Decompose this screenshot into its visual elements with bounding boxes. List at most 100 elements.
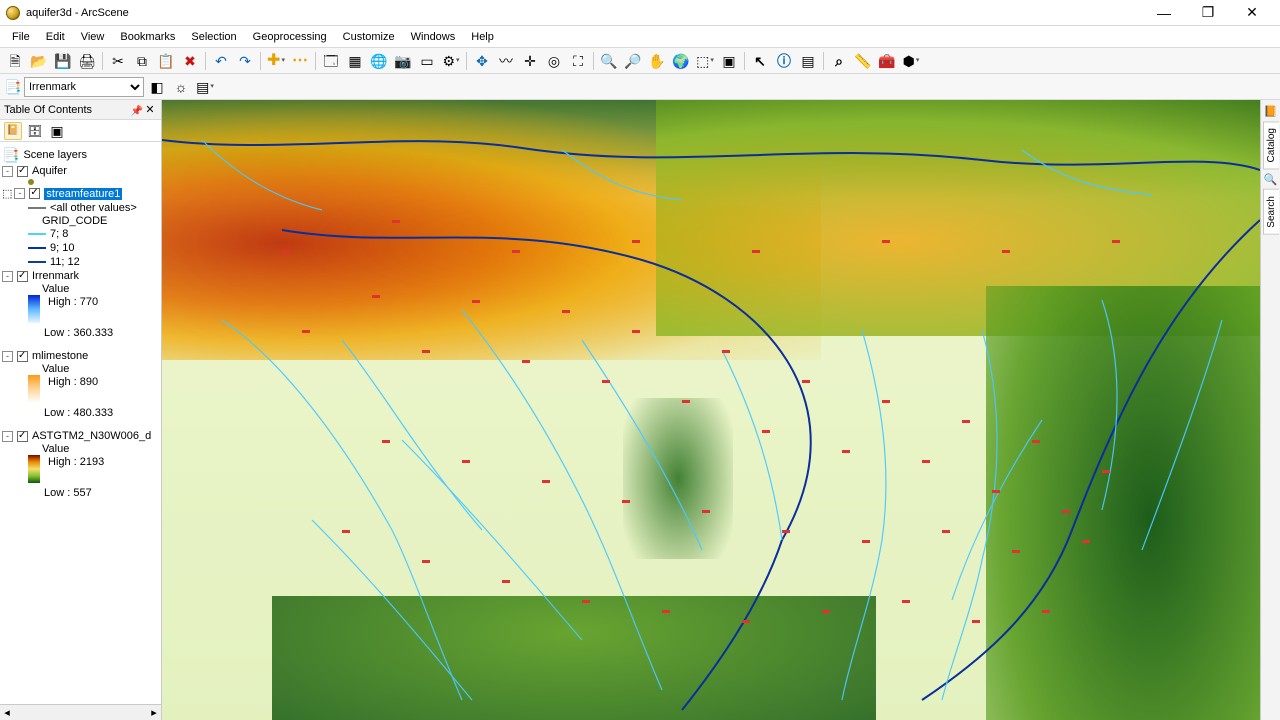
layer-mlimestone: - mlimestone Value High : 890 Low : 480.… bbox=[2, 349, 159, 419]
paste-button[interactable] bbox=[155, 50, 177, 72]
clear-selection-button[interactable] bbox=[718, 50, 740, 72]
catalog-tab[interactable]: Catalog bbox=[1263, 121, 1279, 169]
layer-label[interactable]: mlimestone bbox=[32, 350, 88, 362]
expand-toggle[interactable]: - bbox=[2, 351, 13, 362]
menu-selection[interactable]: Selection bbox=[183, 26, 244, 47]
menu-file[interactable]: File bbox=[4, 26, 38, 47]
table-button[interactable] bbox=[797, 50, 819, 72]
menu-help[interactable]: Help bbox=[463, 26, 502, 47]
layer-label[interactable]: streamfeature1 bbox=[44, 188, 122, 200]
expand-toggle[interactable]: - bbox=[2, 431, 13, 442]
visibility-checkbox[interactable] bbox=[17, 431, 28, 442]
separator bbox=[260, 52, 261, 70]
class-label: 11; 12 bbox=[50, 256, 80, 268]
find-button[interactable] bbox=[828, 50, 850, 72]
menu-bookmarks[interactable]: Bookmarks bbox=[112, 26, 183, 47]
globe-button[interactable] bbox=[670, 50, 692, 72]
expand-toggle[interactable]: - bbox=[2, 271, 13, 282]
layer-select[interactable]: Irrenmark bbox=[24, 77, 144, 97]
low-label: Low : 480.333 bbox=[44, 407, 159, 419]
value-heading: Value bbox=[42, 443, 159, 455]
separator bbox=[593, 52, 594, 70]
scroll-right-button[interactable]: ▸ bbox=[147, 706, 161, 719]
layer-label[interactable]: Aquifer bbox=[32, 165, 67, 177]
toc-button[interactable] bbox=[344, 50, 366, 72]
expand-toggle[interactable]: - bbox=[2, 166, 13, 177]
toc-title: Table Of Contents bbox=[4, 104, 131, 116]
center-button[interactable] bbox=[519, 50, 541, 72]
list-by-selection-tab[interactable]: ▣ bbox=[48, 122, 66, 140]
pointer-button[interactable] bbox=[749, 50, 771, 72]
brightness-button[interactable]: ☼ bbox=[170, 76, 192, 98]
high-label: High : 2193 bbox=[48, 455, 104, 483]
navigate-button[interactable] bbox=[471, 50, 493, 72]
scene-layers-root[interactable]: Scene layers bbox=[2, 146, 159, 164]
close-button[interactable]: ✕ bbox=[1230, 0, 1274, 26]
value-heading: Value bbox=[42, 363, 159, 375]
undo-button[interactable] bbox=[210, 50, 232, 72]
zoom-out-button[interactable] bbox=[622, 50, 644, 72]
snapshot-button[interactable] bbox=[392, 50, 414, 72]
visibility-checkbox[interactable] bbox=[17, 351, 28, 362]
scene-viewport[interactable] bbox=[162, 100, 1260, 720]
subwindow-button[interactable] bbox=[320, 50, 342, 72]
list-by-source-tab[interactable] bbox=[26, 122, 44, 140]
layer-icon bbox=[4, 76, 22, 98]
menu-windows[interactable]: Windows bbox=[403, 26, 464, 47]
delete-button[interactable] bbox=[179, 50, 201, 72]
toc-horizontal-scrollbar[interactable]: ◂ ▸ bbox=[0, 704, 161, 720]
scroll-left-button[interactable]: ◂ bbox=[0, 706, 14, 719]
search-tab[interactable]: Search bbox=[1263, 189, 1279, 235]
toc-close-button[interactable]: ✕ bbox=[143, 103, 157, 116]
copy-button[interactable] bbox=[131, 50, 153, 72]
add-more-button[interactable] bbox=[289, 50, 311, 72]
transparency-button[interactable]: ▤ bbox=[194, 76, 216, 98]
settings-button[interactable] bbox=[440, 50, 462, 72]
separator bbox=[466, 52, 467, 70]
maximize-button[interactable]: ❐ bbox=[1186, 0, 1230, 26]
print-button[interactable] bbox=[76, 50, 98, 72]
scroll-track[interactable] bbox=[14, 706, 147, 720]
menu-view[interactable]: View bbox=[73, 26, 113, 47]
menu-bar: File Edit View Bookmarks Selection Geopr… bbox=[0, 26, 1280, 48]
expand-toggle[interactable]: - bbox=[14, 188, 25, 199]
catalog-button[interactable] bbox=[368, 50, 390, 72]
identify-button[interactable] bbox=[773, 50, 795, 72]
viewer-button[interactable] bbox=[416, 50, 438, 72]
zoom-in-button[interactable] bbox=[598, 50, 620, 72]
visibility-checkbox[interactable] bbox=[29, 188, 40, 199]
measure-button[interactable] bbox=[852, 50, 874, 72]
menu-geoprocessing[interactable]: Geoprocessing bbox=[245, 26, 335, 47]
add-data-button[interactable] bbox=[265, 50, 287, 72]
toolbox-button[interactable] bbox=[876, 50, 898, 72]
layers-icon bbox=[2, 148, 19, 162]
toc-tabs: ▣ bbox=[0, 120, 161, 142]
cut-button[interactable] bbox=[107, 50, 129, 72]
select-features-button[interactable] bbox=[694, 50, 716, 72]
new-button[interactable] bbox=[4, 50, 26, 72]
target-button[interactable] bbox=[543, 50, 565, 72]
menu-customize[interactable]: Customize bbox=[335, 26, 403, 47]
line-symbol bbox=[28, 233, 46, 235]
save-button[interactable] bbox=[52, 50, 74, 72]
menu-edit[interactable]: Edit bbox=[38, 26, 73, 47]
class-label: 7; 8 bbox=[50, 228, 68, 240]
pan-button[interactable] bbox=[646, 50, 668, 72]
fly-button[interactable] bbox=[495, 50, 517, 72]
full-extent-button[interactable] bbox=[567, 50, 589, 72]
visibility-checkbox[interactable] bbox=[17, 166, 28, 177]
visibility-checkbox[interactable] bbox=[17, 271, 28, 282]
streams-overlay bbox=[162, 100, 1260, 720]
3d-effects-button[interactable] bbox=[900, 50, 922, 72]
layer-label[interactable]: Irrenmark bbox=[32, 270, 79, 282]
list-by-drawing-tab[interactable] bbox=[4, 122, 22, 140]
color-ramp bbox=[28, 455, 40, 483]
minimize-button[interactable]: — bbox=[1142, 0, 1186, 26]
open-button[interactable] bbox=[28, 50, 50, 72]
pin-icon[interactable] bbox=[131, 102, 143, 117]
layer-streamfeature1: - streamfeature1 <all other values> GRID… bbox=[2, 186, 159, 269]
right-dock: 📙 Catalog 🔍 Search bbox=[1260, 100, 1280, 720]
contrast-button[interactable]: ◧ bbox=[146, 76, 168, 98]
layer-label[interactable]: ASTGTM2_N30W006_d bbox=[32, 430, 151, 442]
redo-button[interactable] bbox=[234, 50, 256, 72]
